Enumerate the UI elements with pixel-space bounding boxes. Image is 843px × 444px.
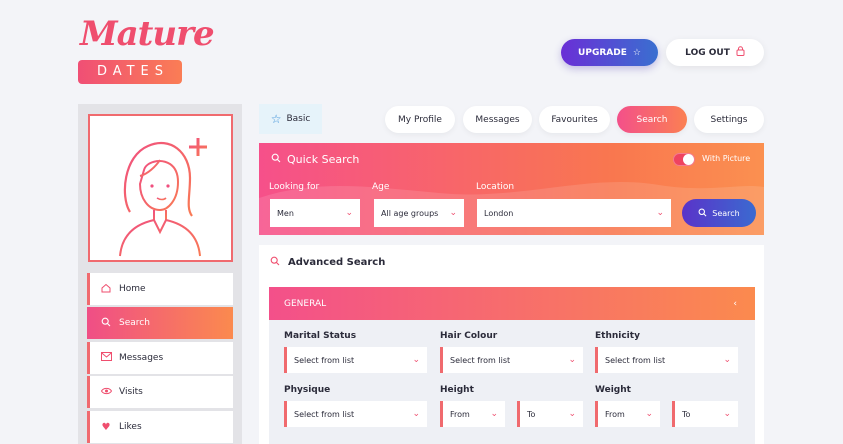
chevron-down-icon: ⌄ [345,208,353,218]
tab-favourites[interactable]: Favourites [539,106,610,133]
general-section-header[interactable]: GENERAL ‹ [269,287,755,320]
logout-button[interactable]: LOG OUT [666,39,764,66]
hair-colour-value: Select from list [450,355,511,365]
search-icon [270,256,280,269]
sidebar-item-messages[interactable]: Messages [87,342,233,374]
avatar-placeholder-icon [119,138,207,257]
chevron-down-icon: ⌄ [412,355,420,365]
upgrade-button[interactable]: UPGRADE ☆ [561,39,658,66]
profile-avatar-card[interactable] [88,114,233,262]
sidebar-item-label: Visits [119,387,143,397]
location-label: Location [476,182,515,192]
advanced-search-title: Advanced Search [270,256,385,269]
height-from-select[interactable]: From ⌄ [440,401,505,427]
brand-logo[interactable]: Mature DATES [78,14,215,86]
location-select[interactable]: London ⌄ [477,199,671,227]
height-label: Height [440,385,474,395]
advanced-search-panel: Advanced Search GENERAL ‹ Marital Status… [259,245,764,444]
eye-icon [100,387,113,398]
chevron-down-icon: ⌄ [449,208,457,218]
brand-sub: DATES [78,60,182,84]
looking-for-label: Looking for [269,182,320,192]
with-picture-toggle[interactable] [673,153,695,166]
general-section-label: GENERAL [284,298,327,309]
upgrade-label: UPGRADE [578,47,627,58]
sidebar-item-label: Messages [119,353,164,363]
chevron-left-icon: ‹ [733,298,737,309]
heart-icon: ♥ [101,421,111,433]
tab-basic[interactable]: ☆ Basic [259,104,322,134]
quick-search-title-text: Quick Search [287,153,360,166]
search-button-label: Search [712,208,740,218]
weight-from-value: From [605,409,625,419]
sidebar-item-home[interactable]: Home [87,273,233,305]
weight-to-value: To [682,409,691,419]
sidebar-item-likes[interactable]: ♥ Likes [87,411,233,443]
chevron-down-icon: ⌄ [645,409,653,419]
sidebar-item-label: Home [119,284,146,294]
height-from-value: From [450,409,470,419]
lock-icon [736,46,745,59]
home-icon [101,283,111,296]
chevron-down-icon: ⌄ [656,208,664,218]
tab-settings[interactable]: Settings [694,106,764,133]
with-picture-label: With Picture [702,154,751,163]
advanced-search-title-text: Advanced Search [288,257,386,268]
chevron-down-icon: ⌄ [412,409,420,419]
search-icon [101,317,111,330]
location-value: London [484,208,514,218]
hair-colour-label: Hair Colour [440,331,498,341]
weight-to-select[interactable]: To ⌄ [672,401,738,427]
chevron-down-icon: ⌄ [568,355,576,365]
marital-status-label: Marital Status [284,331,357,341]
ethnicity-select[interactable]: Select from list ⌄ [595,347,738,373]
ethnicity-label: Ethnicity [595,331,640,341]
tab-messages[interactable]: Messages [463,106,532,133]
weight-label: Weight [595,385,631,395]
tab-basic-label: Basic [286,114,311,124]
age-value: All age groups [381,208,439,218]
quick-search-title: Quick Search [271,153,359,166]
general-section-body: Marital Status Hair Colour Ethnicity Sel… [269,320,755,444]
hair-colour-select[interactable]: Select from list ⌄ [440,347,583,373]
physique-value: Select from list [294,409,355,419]
tab-search[interactable]: Search [617,106,687,133]
height-to-select[interactable]: To ⌄ [517,401,583,427]
brand-script: Mature [80,14,215,54]
sidebar-item-label: Likes [119,422,142,432]
physique-select[interactable]: Select from list ⌄ [284,401,427,427]
search-icon [698,208,707,219]
chevron-down-icon: ⌄ [568,409,576,419]
sidebar-item-label: Search [119,318,150,328]
star-icon: ☆ [632,47,641,58]
physique-label: Physique [284,385,331,395]
sidebar-item-visits[interactable]: Visits [87,376,233,408]
age-select[interactable]: All age groups ⌄ [374,199,464,227]
quick-search-panel: Quick Search With Picture Looking for Ag… [259,143,764,235]
sidebar: Home Search Messages Visits ♥ Likes [78,104,242,444]
chevron-down-icon: ⌄ [723,355,731,365]
chevron-down-icon: ⌄ [723,409,731,419]
envelope-icon [101,352,112,364]
quick-search-button[interactable]: Search [682,199,756,227]
star-icon: ☆ [270,112,282,126]
logout-label: LOG OUT [685,47,730,58]
height-to-value: To [527,409,536,419]
looking-for-select[interactable]: Men ⌄ [270,199,360,227]
marital-status-value: Select from list [294,355,355,365]
weight-from-select[interactable]: From ⌄ [595,401,660,427]
chevron-down-icon: ⌄ [490,409,498,419]
marital-status-select[interactable]: Select from list ⌄ [284,347,427,373]
age-label: Age [372,182,390,192]
looking-for-value: Men [277,208,294,218]
sidebar-item-search[interactable]: Search [87,307,233,339]
search-icon [271,153,281,166]
tab-my-profile[interactable]: My Profile [385,106,455,133]
ethnicity-value: Select from list [605,355,666,365]
